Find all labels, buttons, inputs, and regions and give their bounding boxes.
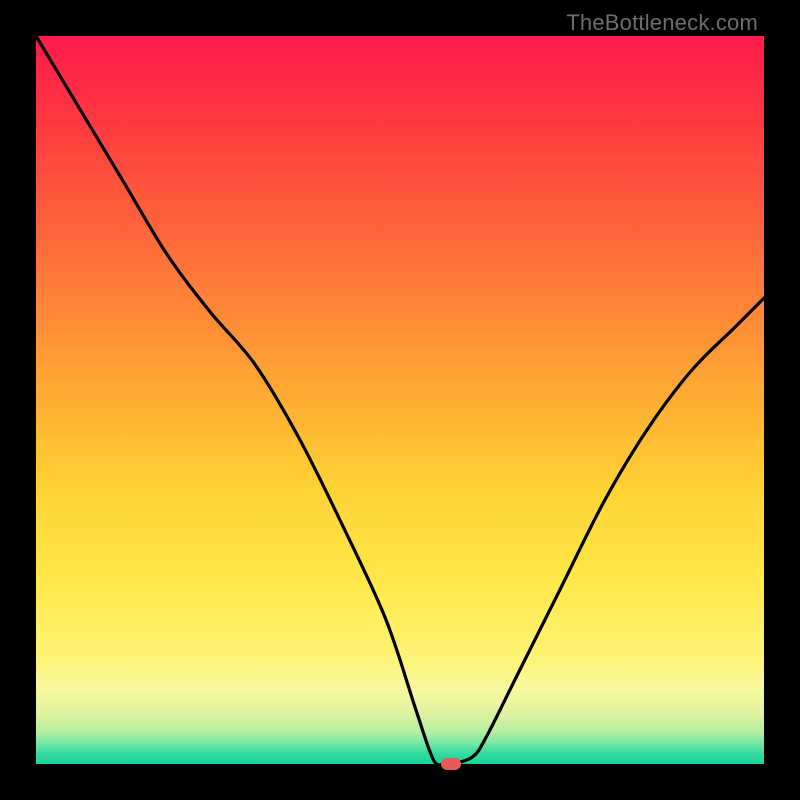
watermark-text: TheBottleneck.com — [566, 10, 758, 36]
plot-area — [36, 36, 764, 764]
curve-layer — [36, 36, 764, 764]
optimum-marker — [441, 758, 461, 770]
chart-container: TheBottleneck.com — [0, 0, 800, 800]
bottleneck-curve — [36, 36, 764, 764]
